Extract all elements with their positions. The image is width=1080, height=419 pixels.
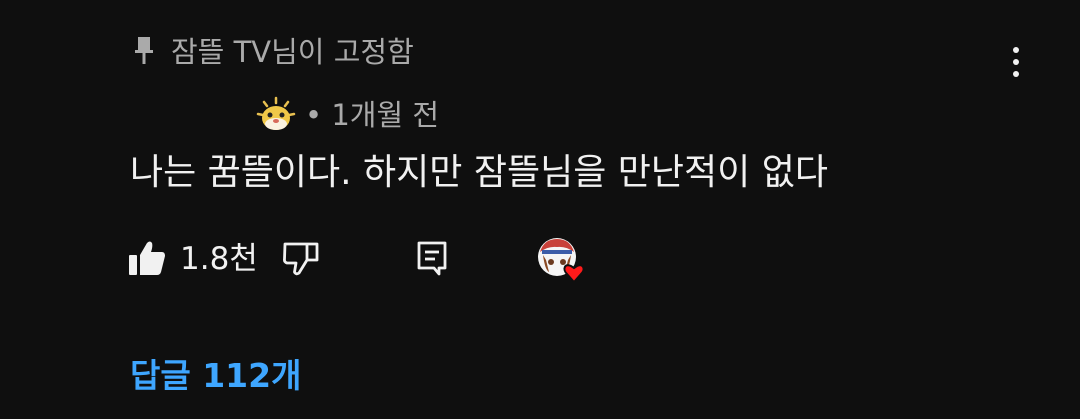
- thumbs-up-icon: [129, 241, 165, 275]
- pin-icon: [134, 36, 154, 66]
- like-count: 1.8천: [180, 241, 258, 277]
- thumbs-down-icon: [283, 242, 319, 276]
- more-vertical-icon: [1013, 47, 1019, 53]
- more-options-button[interactable]: [1002, 40, 1030, 84]
- replies-link[interactable]: 답글 112개: [130, 355, 301, 397]
- comment-text: 나는 꿈뜰이다. 하지만 잠뜰님을 만난적이 없다: [130, 152, 828, 193]
- comment-time: • 1개월 전: [305, 98, 440, 132]
- reply-icon: [417, 241, 447, 276]
- pufferfish-avatar-icon[interactable]: [256, 96, 296, 136]
- pinned-label: 잠뜰 TV님이 고정함: [171, 35, 414, 69]
- reply-button[interactable]: [414, 240, 450, 276]
- creator-heart-avatar-icon: [536, 236, 592, 286]
- like-button[interactable]: [128, 240, 166, 276]
- dislike-button[interactable]: [282, 240, 320, 276]
